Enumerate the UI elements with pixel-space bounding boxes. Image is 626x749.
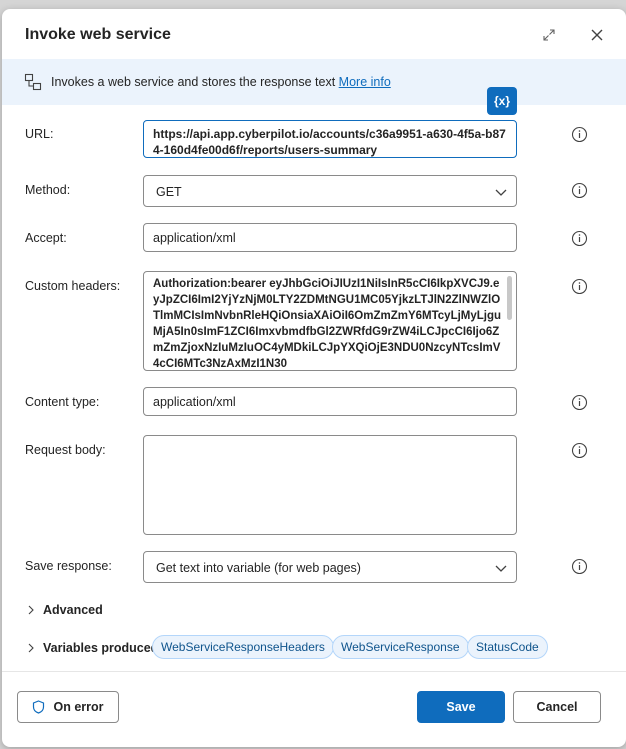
accept-input[interactable]: application/xml bbox=[143, 223, 517, 252]
variables-produced-label: Variables produced bbox=[43, 641, 159, 655]
content-type-value: application/xml bbox=[153, 395, 236, 409]
save-response-value: Get text into variable (for web pages) bbox=[156, 561, 361, 575]
method-label: Method: bbox=[25, 183, 71, 197]
custom-headers-textarea[interactable]: Authorization:bearer eyJhbGciOiJIUzI1NiI… bbox=[143, 271, 517, 371]
accept-label: Accept: bbox=[25, 231, 67, 245]
web-service-icon bbox=[24, 73, 42, 91]
footer-divider bbox=[2, 671, 626, 672]
shield-icon bbox=[33, 700, 45, 714]
expand-icon bbox=[543, 29, 555, 41]
url-label: URL: bbox=[25, 127, 54, 141]
close-icon bbox=[591, 29, 603, 41]
more-info-link[interactable]: More info bbox=[339, 75, 391, 89]
insert-variable-button[interactable]: {x} bbox=[487, 87, 517, 115]
advanced-expander[interactable]: Advanced bbox=[27, 603, 103, 617]
custom-headers-scrollbar[interactable] bbox=[507, 276, 512, 320]
chevron-right-icon bbox=[28, 605, 34, 615]
variable-chip[interactable]: WebServiceResponseHeaders bbox=[152, 635, 334, 659]
url-input[interactable]: https://api.app.cyberpilot.io/accounts/c… bbox=[143, 120, 517, 158]
method-value: GET bbox=[156, 185, 182, 199]
info-text: Invokes a web service and stores the res… bbox=[51, 75, 391, 89]
request-body-info-icon[interactable] bbox=[571, 442, 588, 459]
dialog-title: Invoke web service bbox=[25, 26, 171, 43]
custom-headers-label: Custom headers: bbox=[25, 279, 121, 293]
save-button[interactable]: Save bbox=[417, 691, 505, 723]
method-dropdown[interactable]: GET bbox=[143, 175, 517, 207]
custom-headers-info-icon[interactable] bbox=[571, 278, 588, 295]
method-info-icon[interactable] bbox=[571, 182, 588, 199]
on-error-label: On error bbox=[53, 700, 104, 714]
invoke-web-service-dialog: Invoke web service Invokes a web service… bbox=[2, 9, 626, 747]
url-info-icon[interactable] bbox=[571, 126, 588, 143]
info-description: Invokes a web service and stores the res… bbox=[51, 75, 336, 89]
variables-produced-expander[interactable]: Variables produced bbox=[27, 641, 158, 655]
save-response-label: Save response: bbox=[25, 559, 112, 573]
chevron-right-icon bbox=[28, 643, 34, 653]
url-value: https://api.app.cyberpilot.io/accounts/c… bbox=[153, 127, 506, 157]
content-type-info-icon[interactable] bbox=[571, 394, 588, 411]
accept-info-icon[interactable] bbox=[571, 230, 588, 247]
content-type-label: Content type: bbox=[25, 395, 100, 409]
info-bar: Invokes a web service and stores the res… bbox=[2, 59, 626, 105]
advanced-label: Advanced bbox=[43, 603, 103, 617]
on-error-button[interactable]: On error bbox=[17, 691, 119, 723]
custom-headers-value: Authorization:bearer eyJhbGciOiJIUzI1NiI… bbox=[153, 278, 502, 368]
chevron-down-icon bbox=[495, 565, 507, 572]
accept-value: application/xml bbox=[153, 231, 236, 245]
content-type-input[interactable]: application/xml bbox=[143, 387, 517, 416]
variable-chip[interactable]: WebServiceResponse bbox=[332, 635, 469, 659]
save-response-dropdown[interactable]: Get text into variable (for web pages) bbox=[143, 551, 517, 583]
request-body-label: Request body: bbox=[25, 443, 106, 457]
request-body-textarea[interactable] bbox=[143, 435, 517, 535]
variable-chip[interactable]: StatusCode bbox=[467, 635, 548, 659]
close-button[interactable] bbox=[586, 24, 608, 46]
save-response-info-icon[interactable] bbox=[571, 558, 588, 575]
expand-button[interactable] bbox=[538, 24, 560, 46]
chevron-down-icon bbox=[495, 189, 507, 196]
cancel-button[interactable]: Cancel bbox=[513, 691, 601, 723]
